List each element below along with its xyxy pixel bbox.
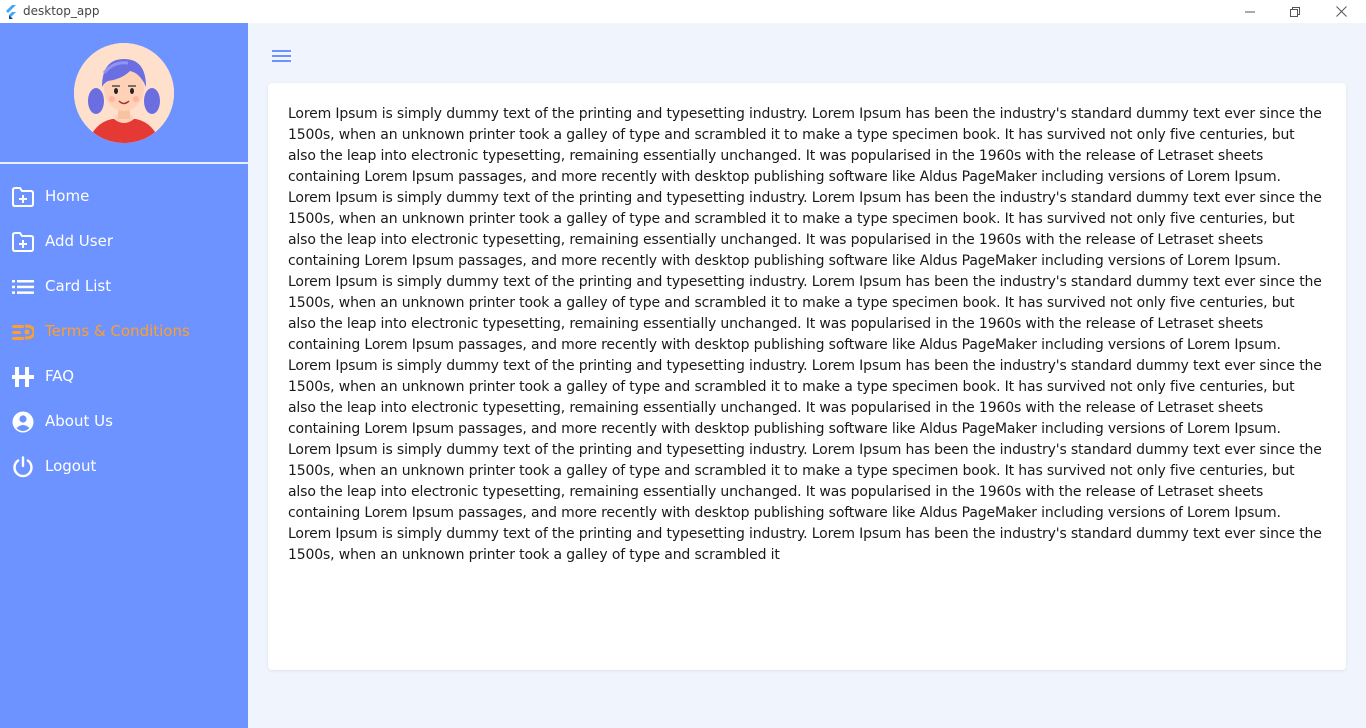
folder-plus-icon (11, 230, 34, 253)
sidebar-divider (0, 162, 248, 164)
sidebar-nav: Home Add User Card List Terms & Conditio… (0, 174, 248, 489)
restore-button[interactable] (1272, 0, 1318, 23)
sidebar-item-label: Card List (45, 277, 112, 295)
faq-icon (11, 365, 34, 388)
list-icon (11, 275, 34, 298)
sidebar-item-terms-conditions[interactable]: Terms & Conditions (0, 309, 248, 354)
menu-toggle-button[interactable] (268, 44, 294, 68)
sidebar-item-label: About Us (45, 412, 113, 430)
window-title: desktop_app (23, 4, 100, 18)
minimize-button[interactable] (1227, 0, 1273, 23)
sidebar-item-logout[interactable]: Logout (0, 444, 248, 489)
sidebar-item-label: Logout (45, 457, 97, 475)
power-icon (11, 455, 34, 478)
sidebar-item-home[interactable]: Home (0, 174, 248, 219)
window-titlebar: desktop_app (0, 0, 1366, 23)
account-circle-icon (11, 410, 34, 433)
sidebar-item-label: Terms & Conditions (45, 322, 190, 340)
sidebar-item-label: Add User (45, 232, 113, 250)
minimize-icon (1245, 11, 1255, 12)
restore-icon (1290, 6, 1300, 17)
avatar-illustration (74, 43, 174, 143)
hamburger-menu-icon (272, 50, 291, 62)
content-card: Lorem Ipsum is simply dummy text of the … (268, 83, 1346, 670)
close-icon (1335, 6, 1347, 17)
sidebar-item-add-user[interactable]: Add User (0, 219, 248, 264)
terms-content-text: Lorem Ipsum is simply dummy text of the … (288, 106, 1322, 563)
sidebar: Home Add User Card List Terms & Conditio… (0, 23, 248, 728)
close-button[interactable] (1318, 0, 1364, 23)
sidebar-item-label: FAQ (45, 367, 75, 385)
sidebar-item-faq[interactable]: FAQ (0, 354, 248, 399)
sidebar-item-about-us[interactable]: About Us (0, 399, 248, 444)
avatar (74, 43, 174, 143)
sidebar-item-card-list[interactable]: Card List (0, 264, 248, 309)
sidebar-item-label: Home (45, 187, 90, 205)
terms-icon (11, 320, 34, 343)
flutter-logo-icon (6, 5, 16, 19)
folder-plus-icon (11, 185, 34, 208)
